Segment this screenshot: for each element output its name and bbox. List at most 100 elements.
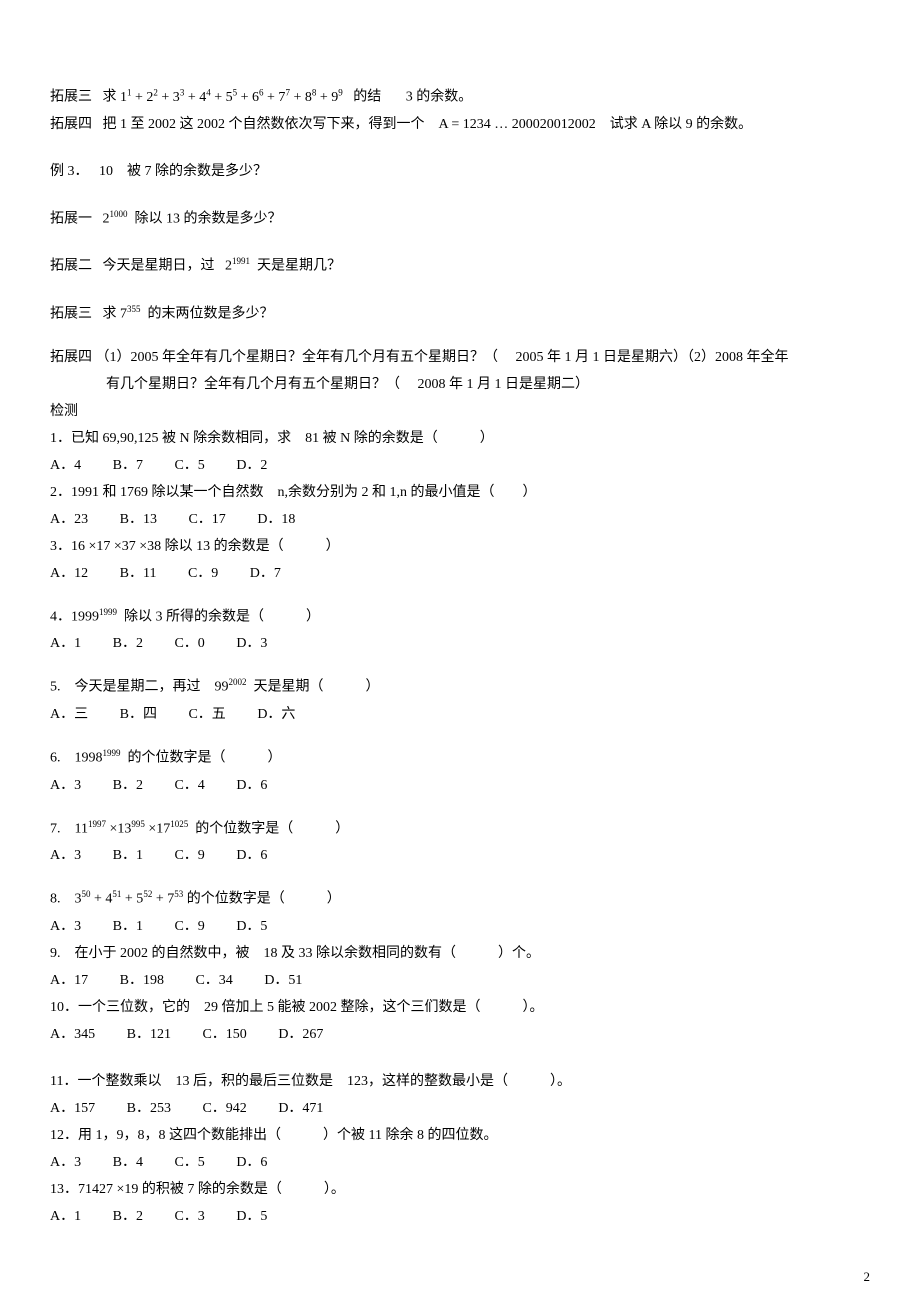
t1: 把 1 至 2002 这 2002 个自然数依次写下来，得到一个 [103,117,425,132]
opt-b: B．253 [127,1098,171,1119]
jiance-heading: 检测 [50,401,870,422]
label: 拓展三 [50,307,92,322]
q5-options: A．三 B．四 C．五 D．六 [50,704,870,725]
opt-b: B．13 [120,509,157,530]
t1: 今天是星期日，过 [103,259,215,274]
q2-options: A．23 B．13 C．17 D．18 [50,509,870,530]
opt-b: B．121 [127,1024,171,1045]
q9-stem: 9. 在小于 2002 的自然数中，被 18 及 33 除以余数相同的数有（ ）… [50,943,870,964]
label: 拓展三 [50,90,92,105]
exp: 1999 [103,748,121,758]
e1: 1997 [88,819,106,829]
q11-stem: 11．一个整数乘以 13 后，积的最后三位数是 123，这样的整数最小是（ ）。 [50,1071,870,1092]
tuozhan-4b-line2: 有几个星期日？全年有几个月有五个星期日？（ 2008 年 1 月 1 日是星期二… [50,374,870,395]
base: 2 [225,259,232,274]
opt-c: C．9 [174,916,204,937]
opt-d: D．471 [278,1098,323,1119]
tuozhan-2b: 拓展二 今天是星期日，过 21991 天是星期几？ [50,255,870,277]
q7-options: A．3 B．1 C．9 D．6 [50,845,870,866]
opt-c: C．17 [188,509,225,530]
post: 除以 3 所得的余数是（ ） [124,609,320,624]
opt-a: A．3 [50,845,81,866]
q3-stem: 3．16 ×17 ×37 ×38 除以 13 的余数是（ ） [50,536,870,557]
q1-options: A．4 B．7 C．5 D．2 [50,455,870,476]
opt-b: B．2 [113,633,143,654]
label: 拓展四 [50,350,92,365]
e3: 1025 [170,819,188,829]
t2: A = 1234 … 200020012002 [439,117,596,132]
mid: 的结 [353,90,381,105]
m1: + 4 [94,892,112,907]
label: 拓展一 [50,211,92,226]
opt-d: D．2 [236,455,267,476]
t: 2005 年 1 月 1 日是星期六）（2）2008 年全年 [516,350,789,365]
opt-b: B．1 [113,845,143,866]
opt-d: D．51 [264,970,302,991]
q6-stem: 6. 19981999 的个位数字是（ ） [50,747,870,769]
label: 拓展二 [50,259,92,274]
opt-c: C．150 [202,1024,246,1045]
opt-d: D．6 [236,845,267,866]
tuozhan-3b: 拓展三 求 7355 的末两位数是多少？ [50,303,870,325]
pre: 求 [103,90,117,105]
opt-c: C．五 [188,704,225,725]
expr: 11 + 22 + 33 + 44 + 55 + 66 + 77 + 88 + … [120,90,343,105]
q10-stem: 10．一个三位数，它的 29 倍加上 5 能被 2002 整除，这个三们数是（ … [50,997,870,1018]
t: 2008 年 1 月 1 日是星期二） [418,377,590,392]
t: （1）2005 年全年有几个星期日？全年有几个月有五个星期日？（ [96,350,499,365]
tuozhan-4b-line1: 拓展四 （1）2005 年全年有几个星期日？全年有几个月有五个星期日？（ 200… [50,347,870,368]
opt-a: A．三 [50,704,88,725]
pre: 5. 今天是星期二，再过 99 [50,680,229,695]
opt-c: C．4 [174,775,204,796]
opt-c: C．34 [195,970,232,991]
page-number: 2 [50,1267,870,1287]
opt-c: C．0 [174,633,204,654]
q7-stem: 7. 111997 ×13995 ×171025 的个位数字是（ ） [50,818,870,840]
q9-options: A．17 B．198 C．34 D．51 [50,970,870,991]
opt-d: D．6 [236,1152,267,1173]
q1-stem: 1．已知 69,90,125 被 N 除余数相同，求 81 被 N 除的余数是（… [50,428,870,449]
opt-c: C．942 [202,1098,246,1119]
post: 的个位数字是（ ） [195,821,349,836]
q4-stem: 4．19991999 除以 3 所得的余数是（ ） [50,606,870,628]
tail: 3 的余数。 [406,90,473,105]
pre: 6. 1998 [50,751,103,766]
opt-a: A．17 [50,970,88,991]
post: 天是星期（ ） [254,680,380,695]
opt-d: D．6 [236,775,267,796]
q11-options: A．157 B．253 C．942 D．471 [50,1098,870,1119]
t3: 试求 A 除以 9 的余数。 [610,117,752,132]
pre: 求 7 [103,307,128,322]
exp: 1000 [110,209,128,219]
example-3: 例 3． 10 被 7 除的余数是多少？ [50,161,870,182]
pre: 8. 3 [50,892,82,907]
exp: 2002 [229,677,247,687]
e2: 995 [131,819,145,829]
opt-b: B．四 [120,704,157,725]
opt-d: D．267 [278,1024,323,1045]
t: 有几个星期日？全年有几个月有五个星期日？（ [106,377,400,392]
pre: 4．1999 [50,609,99,624]
opt-c: C．3 [174,1206,204,1227]
opt-b: B．1 [113,916,143,937]
q12-options: A．3 B．4 C．5 D．6 [50,1152,870,1173]
tuozhan-4: 拓展四 把 1 至 2002 这 2002 个自然数依次写下来，得到一个 A =… [50,114,870,135]
opt-a: A．3 [50,775,81,796]
opt-b: B．7 [113,455,143,476]
opt-d: D．7 [250,563,281,584]
label: 拓展四 [50,117,92,132]
opt-c: C．9 [188,563,218,584]
opt-d: D．5 [236,916,267,937]
label: 例 3． [50,164,89,179]
opt-b: B．2 [113,1206,143,1227]
exp: 355 [127,304,141,314]
opt-d: D．3 [236,633,267,654]
q12-stem: 12．用 1，9，8，8 这四个数能排出（ ）个被 11 除余 8 的四位数。 [50,1125,870,1146]
t2: 天是星期几？ [257,259,341,274]
opt-c: C．5 [174,455,204,476]
exp: 1999 [99,607,117,617]
opt-b: B．4 [113,1152,143,1173]
post: 的个位数字是（ ） [187,892,341,907]
q4-options: A．1 B．2 C．0 D．3 [50,633,870,654]
opt-b: B．11 [120,563,157,584]
